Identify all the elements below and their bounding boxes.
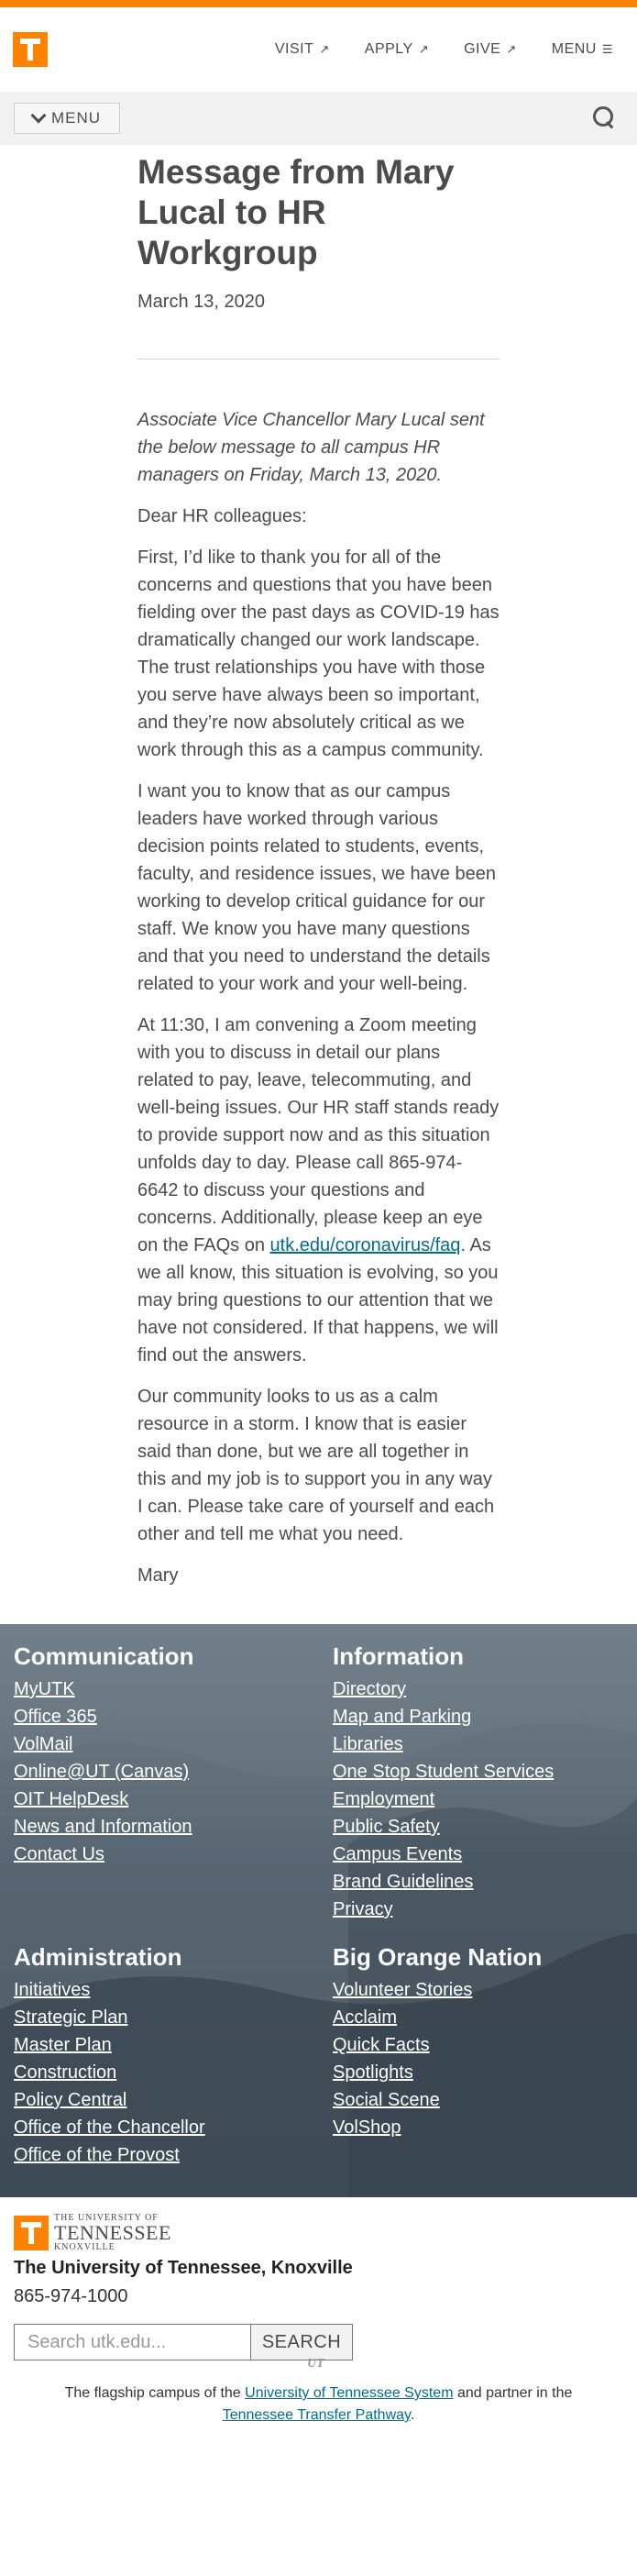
- footer-link-volshop[interactable]: VolShop: [333, 2117, 401, 2138]
- ut-system-mark: UT: [307, 2357, 324, 2371]
- footer-link-employment[interactable]: Employment: [333, 1789, 434, 1809]
- external-arrow-icon: ↗: [319, 42, 330, 56]
- tagline-text: and partner in the: [453, 2385, 573, 2401]
- footer-link-campus-events[interactable]: Campus Events: [333, 1844, 462, 1864]
- external-arrow-icon: ↗: [506, 42, 517, 56]
- site-search: SEARCH: [14, 2324, 623, 2360]
- footer-link-volmail[interactable]: VolMail: [14, 1734, 72, 1754]
- footer-link-public-safety[interactable]: Public Safety: [333, 1817, 440, 1837]
- chevron-down-icon: [30, 107, 47, 124]
- article-paragraph: Our community looks to us as a calm reso…: [137, 1387, 495, 1544]
- university-wordmark: THE UNIVERSITY OF TENNESSEE KNOXVILLE: [54, 2214, 171, 2252]
- footer-administration: Administration Initiatives Strategic Pla…: [14, 1943, 333, 2169]
- article-paragraph: I want you to know that as our campus le…: [137, 781, 496, 994]
- ut-system-link[interactable]: University of Tennessee System: [245, 2385, 453, 2401]
- ut-power-t-logo[interactable]: [13, 32, 48, 67]
- footer-link-strategic-plan[interactable]: Strategic Plan: [14, 2007, 128, 2028]
- external-arrow-icon: ↗: [418, 42, 430, 56]
- site-menu-button[interactable]: MENU: [14, 103, 120, 134]
- brand-orange-bar: [0, 0, 637, 7]
- footer-link-spotlights[interactable]: Spotlights: [333, 2062, 413, 2083]
- university-name: The University of Tennessee, Knoxville: [14, 2258, 353, 2278]
- transfer-pathway-link[interactable]: Tennessee Transfer Pathway: [223, 2407, 411, 2423]
- ut-knoxville-logo[interactable]: THE UNIVERSITY OF TENNESSEE KNOXVILLE: [14, 2214, 623, 2252]
- article-salutation: Dear HR colleagues:: [137, 506, 307, 526]
- search-button[interactable]: SEARCH: [250, 2324, 353, 2360]
- footer-link-policy-central[interactable]: Policy Central: [14, 2090, 126, 2110]
- top-header: VISIT ↗ APPLY ↗ GIVE ↗ MENU ☰: [0, 7, 637, 92]
- footer-link-map-parking[interactable]: Map and Parking: [333, 1707, 471, 1727]
- footer-link-quick-facts[interactable]: Quick Facts: [333, 2035, 430, 2055]
- footer-link-oit-helpdesk[interactable]: OIT HelpDesk: [14, 1789, 128, 1809]
- wordmark-main: TENNESSEE: [54, 2221, 171, 2244]
- footer-link-privacy[interactable]: Privacy: [333, 1899, 393, 1919]
- footer-link-provost[interactable]: Office of the Provost: [14, 2145, 180, 2165]
- footer-link-master-plan[interactable]: Master Plan: [14, 2035, 112, 2055]
- footer-link-contact[interactable]: Contact Us: [14, 1844, 104, 1864]
- footer-link-myutk[interactable]: MyUTK: [14, 1679, 75, 1699]
- footer-heading: Administration: [14, 1943, 182, 1971]
- nav-apply-link[interactable]: APPLY ↗: [365, 41, 429, 58]
- footer-link-volunteer-stories[interactable]: Volunteer Stories: [333, 1980, 472, 2000]
- footer-link-social-scene[interactable]: Social Scene: [333, 2090, 440, 2110]
- search-input[interactable]: [14, 2324, 250, 2360]
- footer-link-grid: Communication MyUTK Office 365 VolMail O…: [0, 1624, 637, 2169]
- footer-link-directory[interactable]: Directory: [333, 1679, 406, 1699]
- footer-link-libraries[interactable]: Libraries: [333, 1734, 403, 1754]
- nav-menu-link[interactable]: MENU ☰: [552, 41, 613, 58]
- site-menu-label: MENU: [50, 109, 102, 127]
- footer-big-orange-nation: Big Orange Nation Volunteer Stories Accl…: [333, 1943, 635, 2169]
- wordmark-sub: KNOXVILLE: [54, 2242, 115, 2252]
- footer-link-brand-guidelines[interactable]: Brand Guidelines: [333, 1872, 473, 1892]
- nav-menu-label: MENU: [551, 41, 597, 57]
- site-menu-bar: MENU: [0, 92, 637, 145]
- faq-link[interactable]: utk.edu/coronavirus/faq: [270, 1235, 461, 1255]
- search-icon[interactable]: [593, 106, 617, 130]
- tagline-text: The flagship campus of the: [64, 2385, 246, 2401]
- footer-heading: Information: [333, 1642, 464, 1670]
- site-footer: Communication MyUTK Office 365 VolMail O…: [0, 1624, 637, 2197]
- footer-link-acclaim[interactable]: Acclaim: [333, 2007, 397, 2028]
- utility-nav: VISIT ↗ APPLY ↗ GIVE ↗ MENU ☰: [275, 41, 613, 58]
- article: Message from Mary Lucal to HR Workgroup …: [137, 145, 500, 1589]
- article-paragraph: First, I’d like to thank you for all of …: [137, 547, 500, 760]
- footer-link-office-365[interactable]: Office 365: [14, 1707, 97, 1727]
- tagline-text: .: [410, 2407, 415, 2423]
- university-phone: 865-974-1000: [14, 2286, 128, 2306]
- article-intro: Associate Vice Chancellor Mary Lucal sen…: [137, 410, 485, 485]
- campus-tagline: The flagship campus of the University of…: [14, 2383, 623, 2427]
- footer-link-chancellor[interactable]: Office of the Chancellor: [14, 2117, 205, 2138]
- paragraph-text: At 11:30, I am convening a Zoom meeting …: [137, 1015, 500, 1255]
- footer-link-news[interactable]: News and Information: [14, 1817, 192, 1837]
- nav-give-label: GIVE: [464, 41, 501, 57]
- article-paragraph: At 11:30, I am convening a Zoom meeting …: [137, 1012, 500, 1369]
- article-date: March 13, 2020: [137, 292, 265, 312]
- footer-heading: Communication: [14, 1642, 194, 1670]
- footer-communication: Communication MyUTK Office 365 VolMail O…: [14, 1624, 333, 1943]
- power-t-icon: [14, 2216, 49, 2250]
- nav-give-link[interactable]: GIVE ↗: [464, 41, 517, 58]
- footer-identity: THE UNIVERSITY OF TENNESSEE KNOXVILLE Th…: [0, 2197, 637, 2432]
- footer-heading: Big Orange Nation: [333, 1943, 543, 1971]
- nav-apply-label: APPLY: [364, 41, 413, 57]
- menu-lines-icon: ☰: [601, 42, 613, 56]
- footer-link-one-stop[interactable]: One Stop Student Services: [333, 1762, 554, 1782]
- page-title: Message from Mary Lucal to HR Workgroup: [137, 153, 455, 271]
- footer-information: Information Directory Map and Parking Li…: [333, 1624, 635, 1943]
- nav-visit-link[interactable]: VISIT ↗: [275, 41, 330, 58]
- footer-link-construction[interactable]: Construction: [14, 2062, 116, 2083]
- footer-link-canvas[interactable]: Online@UT (Canvas): [14, 1762, 189, 1782]
- nav-visit-label: VISIT: [274, 41, 314, 57]
- article-signoff: Mary: [137, 1565, 179, 1586]
- footer-link-initiatives[interactable]: Initiatives: [14, 1980, 90, 2000]
